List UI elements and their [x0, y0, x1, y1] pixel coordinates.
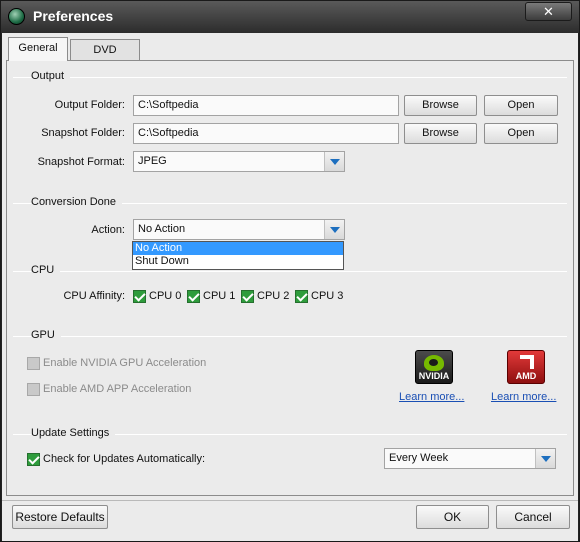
- action-value: No Action: [138, 223, 186, 235]
- amd-logo-text: AMD: [515, 371, 537, 381]
- nvidia-eye-icon: [424, 355, 444, 371]
- update-frequency-value: Every Week: [389, 452, 449, 464]
- amd-arrow-icon: [520, 355, 534, 369]
- cpu3-checkbox[interactable]: [295, 290, 308, 303]
- chevron-down-icon[interactable]: [535, 449, 555, 468]
- cpu-affinity-label: CPU Affinity:: [63, 290, 125, 302]
- snapshot-format-label: Snapshot Format:: [37, 156, 125, 168]
- cpu-group-title: CPU: [31, 264, 61, 276]
- amd-logo: AMD: [507, 350, 545, 384]
- output-open-button[interactable]: Open: [484, 95, 558, 116]
- gpu-divider: [13, 336, 567, 337]
- snapshot-open-button[interactable]: Open: [484, 123, 558, 144]
- cpu0-label: CPU 0: [149, 290, 182, 302]
- cpu1-label: CPU 1: [203, 290, 236, 302]
- title-bar: Preferences ✕: [1, 1, 579, 33]
- action-label: Action:: [91, 224, 125, 236]
- snapshot-browse-button[interactable]: Browse: [404, 123, 477, 144]
- update-group-title: Update Settings: [31, 427, 116, 439]
- nvidia-checkbox[interactable]: [27, 357, 40, 370]
- footer-divider: [2, 500, 578, 501]
- snapshot-format-value: JPEG: [138, 155, 167, 167]
- auto-update-checkbox[interactable]: [27, 453, 40, 466]
- gpu-group-title: GPU: [31, 329, 61, 341]
- output-folder-label: Output Folder:: [54, 99, 125, 111]
- dropdown-option-no-action[interactable]: No Action: [133, 242, 343, 255]
- output-divider: [13, 77, 567, 78]
- snapshot-format-select[interactable]: JPEG: [133, 151, 345, 172]
- output-browse-button[interactable]: Browse: [404, 95, 477, 116]
- dropdown-option-shut-down[interactable]: Shut Down: [133, 255, 343, 268]
- cpu0-checkbox[interactable]: [133, 290, 146, 303]
- auto-update-label: Check for Updates Automatically:: [43, 453, 206, 465]
- action-dropdown-list: No Action Shut Down: [132, 241, 344, 270]
- cpu-divider: [13, 271, 567, 272]
- cancel-button[interactable]: Cancel: [496, 505, 570, 529]
- chevron-down-icon[interactable]: [324, 220, 344, 239]
- action-select[interactable]: No Action: [133, 219, 345, 240]
- cpu1-checkbox[interactable]: [187, 290, 200, 303]
- dialog-body: General DVD Output Output Folder: C:\Sof…: [2, 33, 578, 541]
- preferences-window: Preferences ✕ General DVD Output Output …: [0, 0, 580, 542]
- update-frequency-select[interactable]: Every Week: [384, 448, 556, 469]
- output-group-title: Output: [31, 70, 71, 82]
- amd-learn-more-link[interactable]: Learn more...: [491, 391, 556, 403]
- cpu2-label: CPU 2: [257, 290, 290, 302]
- amd-checkbox[interactable]: [27, 383, 40, 396]
- tab-general[interactable]: General: [8, 37, 68, 61]
- snapshot-folder-field[interactable]: C:\Softpedia: [133, 123, 399, 144]
- general-panel: Output Output Folder: C:\Softpedia Brows…: [6, 60, 574, 496]
- output-folder-field[interactable]: C:\Softpedia: [133, 95, 399, 116]
- conversion-group-title: Conversion Done: [31, 196, 122, 208]
- ok-button[interactable]: OK: [416, 505, 489, 529]
- tab-dvd[interactable]: DVD: [70, 39, 140, 61]
- nvidia-label: Enable NVIDIA GPU Acceleration: [43, 357, 207, 369]
- cpu3-label: CPU 3: [311, 290, 344, 302]
- nvidia-learn-more-link[interactable]: Learn more...: [399, 391, 464, 403]
- amd-label: Enable AMD APP Acceleration: [43, 383, 192, 395]
- window-title: Preferences: [33, 8, 114, 24]
- nvidia-logo-text: NVIDIA: [418, 371, 450, 381]
- app-icon: [8, 8, 25, 25]
- snapshot-folder-label: Snapshot Folder:: [41, 127, 125, 139]
- close-button[interactable]: ✕: [525, 2, 572, 21]
- cpu2-checkbox[interactable]: [241, 290, 254, 303]
- restore-defaults-button[interactable]: Restore Defaults: [12, 505, 108, 529]
- chevron-down-icon[interactable]: [324, 152, 344, 171]
- nvidia-logo: NVIDIA: [415, 350, 453, 384]
